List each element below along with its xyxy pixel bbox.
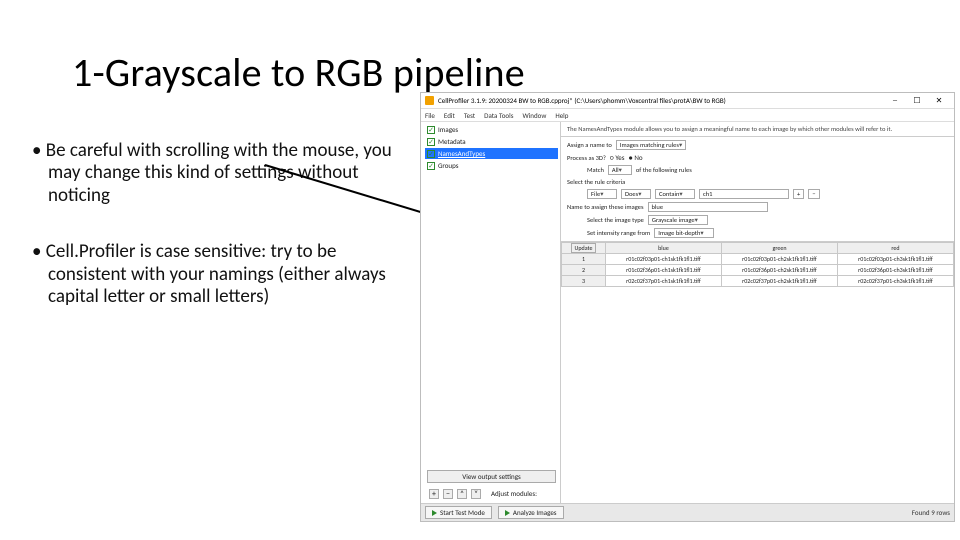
table-cell: r01c02f36p01-ch3sk1fk1fl1.tiff bbox=[838, 265, 954, 276]
start-test-mode-button[interactable]: Start Test Mode bbox=[425, 506, 492, 519]
table-cell: r02c02f37p01-ch2sk1fk1fl1.tiff bbox=[722, 276, 838, 287]
table-col-red: red bbox=[838, 243, 954, 254]
process-3d-label: Process as 3D? bbox=[567, 154, 606, 162]
intensity-range-select[interactable]: Image bit-depth bbox=[654, 228, 714, 238]
menu-test[interactable]: Test bbox=[464, 111, 475, 120]
menu-data[interactable]: Data Tools bbox=[484, 111, 513, 120]
rule-subject-select[interactable]: File bbox=[587, 189, 617, 199]
menu-help[interactable]: Help bbox=[555, 111, 568, 120]
found-rows-label: Found 9 rows bbox=[912, 508, 950, 517]
cellprofiler-window: CellProfiler 3.1.9: 20200324 BW to RGB.c… bbox=[420, 92, 955, 522]
update-table-button[interactable]: Update bbox=[571, 243, 597, 253]
select-rule-label: Select the rule criteria bbox=[567, 178, 625, 186]
status-bar: Start Test Mode Analyze Images Found 9 r… bbox=[421, 503, 954, 521]
adjust-modules-label: Adjust modules: bbox=[487, 488, 541, 499]
checkbox-icon: ✓ bbox=[427, 162, 435, 170]
name-to-assign-label: Name to assign these images bbox=[567, 203, 644, 211]
move-up-button[interactable]: ˄ bbox=[457, 489, 467, 499]
process-3d-no[interactable]: No bbox=[629, 153, 643, 162]
menu-window[interactable]: Window bbox=[522, 111, 546, 120]
play-icon bbox=[432, 510, 437, 516]
table-col-blue: blue bbox=[606, 243, 722, 254]
window-title: CellProfiler 3.1.9: 20200324 BW to RGB.c… bbox=[438, 96, 884, 105]
assign-name-select[interactable]: Images matching rules bbox=[616, 140, 686, 150]
table-cell: r02c02f37p01-ch1sk1fk1fl1.tiff bbox=[606, 276, 722, 287]
close-button[interactable]: ✕ bbox=[928, 94, 950, 107]
match-suffix: of the following rules bbox=[636, 166, 692, 174]
pipeline-panel: ✓ Images ✓ Metadata ✓ NamesAndTypes ✓ Gr… bbox=[421, 122, 561, 503]
row-index: 3 bbox=[562, 276, 606, 287]
rule-remove-button[interactable]: − bbox=[808, 189, 819, 199]
checkbox-icon: ✓ bbox=[427, 150, 435, 158]
titlebar: CellProfiler 3.1.9: 20200324 BW to RGB.c… bbox=[421, 93, 954, 109]
add-module-button[interactable]: + bbox=[429, 489, 439, 499]
play-icon bbox=[505, 510, 510, 516]
image-type-select[interactable]: Grayscale image bbox=[648, 215, 708, 225]
slide-title: 1-Grayscale to RGB pipeline bbox=[72, 48, 525, 97]
bullet-1: Be careful with scrolling with the mouse… bbox=[20, 140, 400, 207]
menu-edit[interactable]: Edit bbox=[444, 111, 455, 120]
move-down-button[interactable]: ˅ bbox=[471, 489, 481, 499]
menubar: File Edit Test Data Tools Window Help bbox=[421, 109, 954, 122]
checkbox-icon: ✓ bbox=[427, 126, 435, 134]
table-cell: r01c02f36p01-ch2sk1fk1fl1.tiff bbox=[722, 265, 838, 276]
analyze-images-button[interactable]: Analyze Images bbox=[498, 506, 564, 519]
image-table: Update blue green red 1r01c02f03p01-ch1s… bbox=[561, 242, 954, 503]
name-to-assign-input[interactable]: blue bbox=[648, 202, 768, 212]
module-groups[interactable]: ✓ Groups bbox=[425, 160, 558, 171]
analyze-label: Analyze Images bbox=[513, 508, 557, 517]
rule-value-input[interactable]: ch1 bbox=[699, 189, 789, 199]
app-icon bbox=[425, 96, 434, 105]
assign-name-label: Assign a name to bbox=[567, 141, 612, 149]
process-3d-yes[interactable]: Yes bbox=[610, 153, 625, 162]
match-select[interactable]: All bbox=[608, 165, 632, 175]
start-test-label: Start Test Mode bbox=[440, 508, 485, 517]
menu-file[interactable]: File bbox=[425, 111, 435, 120]
module-description: The NamesAndTypes module allows you to a… bbox=[561, 122, 954, 137]
module-images[interactable]: ✓ Images bbox=[425, 124, 558, 135]
table-cell: r01c02f36p01-ch1sk1fk1fl1.tiff bbox=[606, 265, 722, 276]
bullet-2: Cell.Profiler is case sensitive: try to … bbox=[20, 241, 400, 308]
module-label: Images bbox=[438, 125, 458, 134]
table-row[interactable]: 1r01c02f03p01-ch1sk1fk1fl1.tiffr01c02f03… bbox=[562, 254, 954, 265]
rule-verb-select[interactable]: Does bbox=[621, 189, 651, 199]
table-cell: r01c02f03p01-ch1sk1fk1fl1.tiff bbox=[606, 254, 722, 265]
rule-condition-select[interactable]: Contain bbox=[655, 189, 695, 199]
row-index: 2 bbox=[562, 265, 606, 276]
table-row[interactable]: 2r01c02f36p01-ch1sk1fk1fl1.tiffr01c02f36… bbox=[562, 265, 954, 276]
view-output-settings-button[interactable]: View output settings bbox=[427, 470, 556, 483]
module-metadata[interactable]: ✓ Metadata bbox=[425, 136, 558, 147]
maximize-button[interactable]: ☐ bbox=[906, 94, 928, 107]
table-row[interactable]: 3r02c02f37p01-ch1sk1fk1fl1.tiffr02c02f37… bbox=[562, 276, 954, 287]
minimize-button[interactable]: ─ bbox=[884, 94, 906, 107]
module-label: Metadata bbox=[438, 137, 466, 146]
table-col-green: green bbox=[722, 243, 838, 254]
module-label: Groups bbox=[438, 161, 459, 170]
match-label: Match bbox=[587, 166, 604, 174]
checkbox-icon: ✓ bbox=[427, 138, 435, 146]
intensity-range-label: Set intensity range from bbox=[587, 229, 650, 237]
table-cell: r02c02f37p01-ch3sk1fk1fl1.tiff bbox=[838, 276, 954, 287]
row-index: 1 bbox=[562, 254, 606, 265]
module-label: NamesAndTypes bbox=[438, 149, 485, 158]
remove-module-button[interactable]: − bbox=[443, 489, 453, 499]
bullet-list: Be careful with scrolling with the mouse… bbox=[20, 140, 400, 342]
rule-add-button[interactable]: + bbox=[793, 189, 804, 199]
table-cell: r01c02f03p01-ch2sk1fk1fl1.tiff bbox=[722, 254, 838, 265]
table-cell: r01c02f03p01-ch3sk1fk1fl1.tiff bbox=[838, 254, 954, 265]
image-type-label: Select the image type bbox=[587, 216, 644, 224]
settings-panel: The NamesAndTypes module allows you to a… bbox=[561, 122, 954, 503]
module-namesandtypes[interactable]: ✓ NamesAndTypes bbox=[425, 148, 558, 159]
